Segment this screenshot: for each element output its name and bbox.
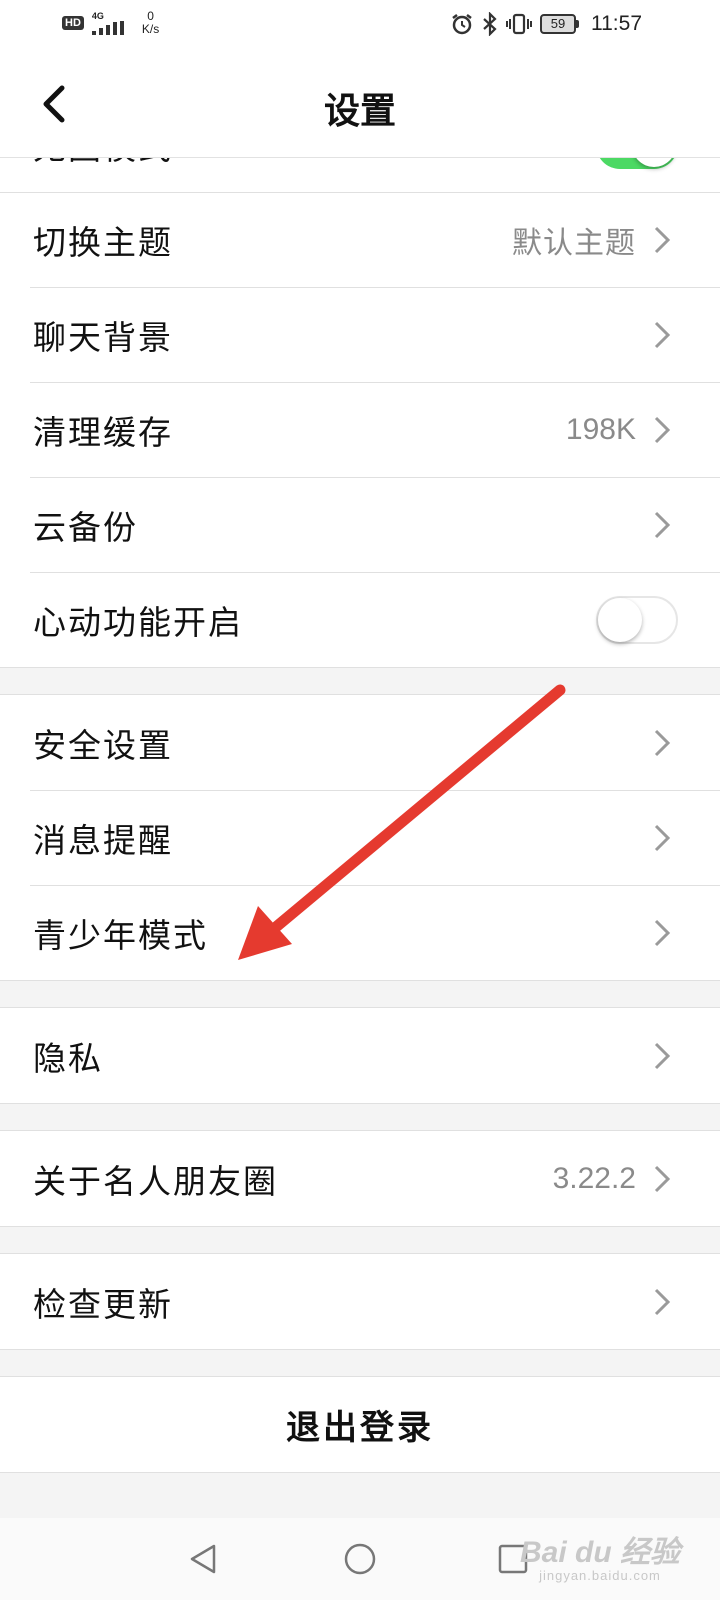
row-teen-mode[interactable]: 青少年模式 [0, 885, 720, 980]
chevron-right-icon [654, 1165, 671, 1192]
row-label: 心动功能开启 [33, 602, 243, 642]
triangle-back-icon[interactable] [186, 1542, 220, 1576]
chevron-right-icon [654, 1288, 671, 1315]
row-value: 198K [565, 412, 636, 446]
row-privacy[interactable]: 隐私 [0, 1008, 720, 1103]
logout-group: 退出登录 [0, 1376, 720, 1473]
settings-group-about: 关于名人朋友圈 3.22.2 [0, 1130, 720, 1227]
row-value: 默认主题 [512, 226, 636, 261]
top-app-bar: 设置 [0, 50, 720, 158]
row-security-settings[interactable]: 安全设置 [0, 695, 720, 790]
status-bar: HD 4G 0 K/s 59 11:57 [0, 0, 720, 50]
status-right: 59 11:57 [450, 12, 642, 36]
chevron-right-icon [654, 919, 671, 946]
row-chat-background[interactable]: 聊天背景 [0, 287, 720, 382]
chevron-right-icon [654, 729, 671, 756]
battery-indicator: 59 [540, 14, 579, 34]
row-cloud-backup[interactable]: 云备份 [0, 477, 720, 572]
row-message-notifications[interactable]: 消息提醒 [0, 790, 720, 885]
circle-home-icon[interactable] [343, 1542, 377, 1576]
net-speed: 0 K/s [142, 10, 159, 36]
chevron-right-icon [654, 824, 671, 851]
version-value: 3.22.2 [552, 1161, 636, 1195]
row-no-image-mode[interactable]: 无图模式 [0, 158, 720, 192]
chevron-right-icon [654, 226, 671, 254]
net-speed-unit: K/s [141, 22, 160, 36]
logout-label: 退出登录 [286, 1408, 434, 1448]
alarm-icon [452, 14, 472, 35]
settings-group-security: 安全设置 消息提醒 青少年模式 [0, 694, 720, 981]
page-title: 设置 [323, 90, 396, 132]
status-left: HD 4G 0 K/s [62, 10, 159, 36]
row-about[interactable]: 关于名人朋友圈 3.22.2 [0, 1131, 720, 1226]
toggle-knob [598, 597, 642, 642]
row-switch-theme[interactable]: 切换主题 默认主题 [0, 192, 720, 287]
row-check-update[interactable]: 检查更新 [0, 1254, 720, 1349]
logout-button[interactable]: 退出登录 [0, 1377, 720, 1472]
vibrate-icon [506, 13, 532, 35]
row-label: 无图模式 [33, 158, 596, 169]
system-nav-bar: Bai du 经验 jingyan.baidu.com [0, 1518, 720, 1600]
row-label: 云备份 [33, 507, 138, 547]
row-label: 切换主题 [33, 223, 173, 262]
hd-badge: HD [62, 16, 84, 30]
chevron-right-icon [654, 416, 671, 443]
baidu-jingyan-watermark: Bai du 经验 jingyan.baidu.com [519, 1536, 680, 1584]
heartbeat-toggle[interactable] [596, 595, 678, 644]
toggle-knob [632, 158, 676, 167]
row-label: 检查更新 [33, 1284, 173, 1324]
partial-row-no-image[interactable]: 无图模式 [0, 158, 720, 192]
row-label: 消息提醒 [33, 820, 173, 860]
settings-group-general: 无图模式 切换主题 默认主题 聊天背景 清理缓存 198K 云备份 心动功能开启 [0, 158, 720, 668]
row-label: 青少年模式 [33, 915, 208, 955]
battery-tip [576, 20, 579, 28]
row-label: 聊天背景 [33, 317, 173, 357]
row-label: 隐私 [33, 1038, 103, 1078]
battery-level: 59 [540, 14, 576, 34]
row-label: 清理缓存 [33, 412, 173, 452]
settings-list[interactable]: 无图模式 切换主题 默认主题 聊天背景 清理缓存 198K 云备份 心动功能开启 [0, 158, 720, 1518]
row-clear-cache[interactable]: 清理缓存 198K [0, 382, 720, 477]
network-type: 4G [91, 11, 104, 21]
chevron-right-icon [654, 321, 671, 348]
settings-group-update: 检查更新 [0, 1253, 720, 1350]
chevron-right-icon [654, 1042, 671, 1069]
settings-group-privacy: 隐私 [0, 1007, 720, 1104]
watermark-main: Bai du 经验 [519, 1536, 680, 1569]
bluetooth-icon [483, 12, 497, 36]
network-indicator: 4G [91, 11, 126, 35]
chevron-right-icon [654, 511, 671, 538]
row-label: 安全设置 [33, 725, 173, 765]
clock: 11:57 [591, 12, 642, 35]
row-label: 关于名人朋友圈 [33, 1161, 278, 1201]
watermark-sub: jingyan.baidu.com [539, 1568, 661, 1583]
signal-icon [91, 21, 124, 35]
no-image-toggle[interactable] [596, 158, 678, 169]
row-heartbeat-feature[interactable]: 心动功能开启 [0, 572, 720, 667]
